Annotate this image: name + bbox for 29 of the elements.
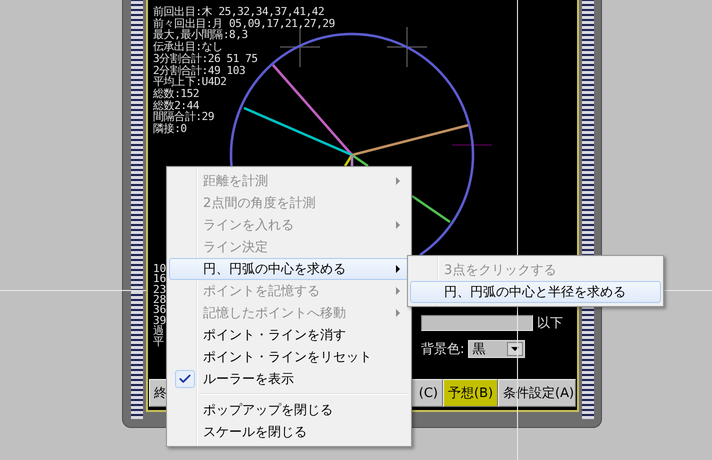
stats-line: 16 [153,274,166,285]
stats-line: 総数2:44 [153,100,200,112]
stats-line: 23 [153,284,166,295]
stats-line: 総数:152 [153,88,200,100]
stats-line: 前々回出目:月 05,09,17,21,27,29 [153,18,335,30]
menu-item[interactable]: ポイント・ラインを消す [169,324,409,346]
stats-line: 過 [153,326,164,337]
stats-line: 隣接:0 [153,123,187,135]
stats-line: 平均上下:U4D2 [153,76,227,88]
background-color-label: 背景色: [421,340,464,358]
stats-line: 28 [153,294,166,306]
stats-line: 3分割合計:26 51 75 [153,52,258,65]
toolbar-button[interactable]: 予想(B) [443,379,498,407]
field-suffix: 以下 [537,314,563,332]
stats-line: 平 [153,336,164,347]
stats-line: 10 [153,264,166,274]
menu-item[interactable]: スケールを閉じる [169,421,409,443]
menu-item[interactable]: ポイント・ラインをリセット [169,346,409,368]
background-color-dropdown[interactable]: 黒 [468,340,526,358]
stats-line: 伝承出目:なし [153,41,223,53]
menu-item[interactable]: 円、円弧の中心を求める [169,258,409,280]
toolbar-button[interactable]: 条件設定(A) [498,379,576,407]
stats-line: 最大,最小間隔:8,3 [153,29,248,42]
stats-line: 36 [153,305,166,316]
stats-line: 39 [153,316,166,326]
stats-line: 間隔合計:29 [153,111,214,124]
stats-line: 前回出目:木 25,32,34,37,41,42 [153,6,324,18]
menu-item[interactable]: 円、円弧の中心と半径を求める [410,281,661,303]
stats-line: 2分割合計:49 103 [153,64,246,76]
